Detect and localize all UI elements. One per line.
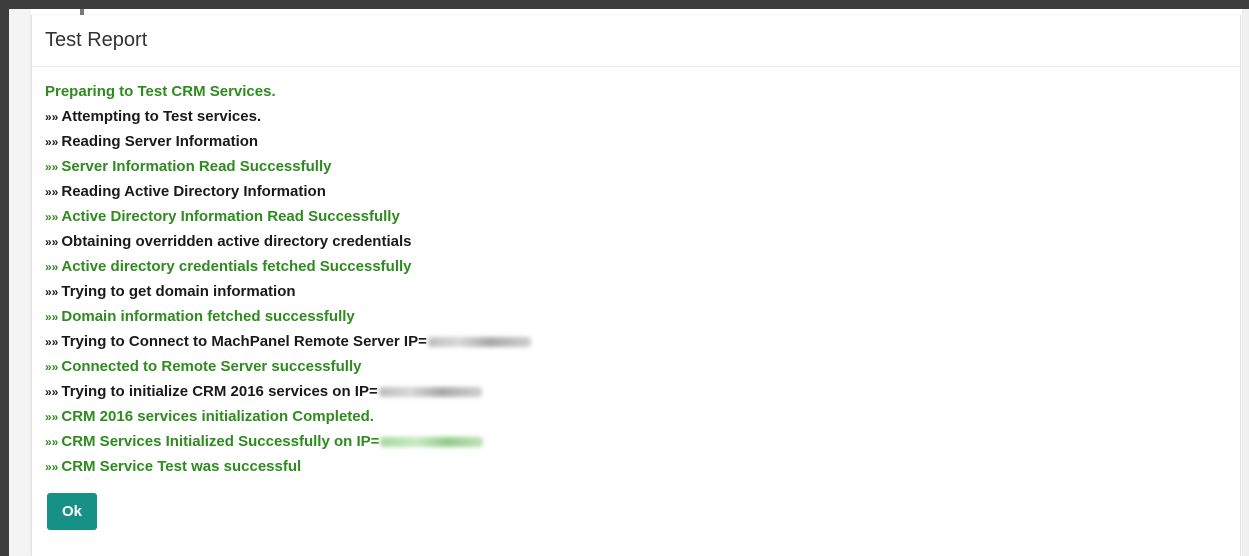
log-line: »» Reading Active Directory Information: [45, 179, 1240, 204]
log-line-text: Preparing to Test CRM Services.: [45, 83, 276, 100]
log-line: »» Trying to get domain information: [45, 279, 1240, 304]
background-panel: [9, 9, 31, 556]
log-arrow-icon: »»: [45, 460, 59, 474]
log-line: »» Trying to Connect to MachPanel Remote …: [45, 329, 1240, 354]
log-arrow-icon: »»: [45, 360, 59, 374]
log-line: »» Active Directory Information Read Succ…: [45, 204, 1240, 229]
ok-button[interactable]: Ok: [47, 493, 97, 530]
test-log: Preparing to Test CRM Services.»» Attempt…: [45, 79, 1240, 479]
log-arrow-icon: »»: [45, 435, 59, 449]
log-line-text: CRM Services Initialized Successfully on…: [61, 433, 380, 450]
log-arrow-icon: »»: [45, 310, 59, 324]
dialog-header: Test Report: [32, 15, 1240, 67]
log-line: »» Obtaining overridden active directory …: [45, 229, 1240, 254]
log-line-text: Active Directory Information Read Succes…: [61, 208, 400, 225]
log-line: »» Server Information Read Successfully: [45, 154, 1240, 179]
log-line-text: CRM Service Test was successful: [61, 458, 302, 475]
window-frame-left: [0, 0, 9, 556]
log-line: »» CRM 2016 services initialization Compl…: [45, 404, 1240, 429]
log-arrow-icon: »»: [45, 110, 59, 124]
log-line-text: Trying to initialize CRM 2016 services o…: [61, 383, 378, 400]
log-arrow-icon: »»: [45, 160, 59, 174]
log-line: Preparing to Test CRM Services.: [45, 79, 1240, 104]
log-line-text: Domain information fetched successfully: [61, 308, 355, 325]
log-line-text: Trying to get domain information: [61, 283, 296, 300]
log-line: »» CRM Services Initialized Successfully …: [45, 429, 1240, 454]
log-arrow-icon: »»: [45, 335, 59, 349]
log-arrow-icon: »»: [45, 385, 59, 399]
redacted-ip-address: [427, 337, 531, 348]
log-arrow-icon: »»: [45, 410, 59, 424]
redacted-ip-address: [380, 437, 484, 448]
log-line: »» Reading Server Information: [45, 129, 1240, 154]
log-line: »» Attempting to Test services.: [45, 104, 1240, 129]
log-line-text: CRM 2016 services initialization Complet…: [61, 408, 374, 425]
log-line-text: Server Information Read Successfully: [61, 158, 332, 175]
window-frame-right: [1242, 9, 1249, 556]
log-line-text: Trying to Connect to MachPanel Remote Se…: [61, 333, 427, 350]
log-line-text: Attempting to Test services.: [61, 108, 262, 125]
log-line: »» Trying to initialize CRM 2016 services…: [45, 379, 1240, 404]
log-arrow-icon: »»: [45, 185, 59, 199]
log-line-text: Obtaining overridden active directory cr…: [61, 233, 412, 250]
window-frame-top: [0, 0, 1249, 9]
log-arrow-icon: »»: [45, 260, 59, 274]
log-line-text: Active directory credentials fetched Suc…: [61, 258, 412, 275]
log-line: »» Domain information fetched successfull…: [45, 304, 1240, 329]
log-arrow-icon: »»: [45, 135, 59, 149]
log-line-text: Connected to Remote Server successfully: [61, 358, 362, 375]
log-arrow-icon: »»: [45, 285, 59, 299]
test-report-dialog: Test Report Preparing to Test CRM Servic…: [31, 15, 1241, 556]
log-line-text: Reading Active Directory Information: [61, 183, 326, 200]
dialog-body: Preparing to Test CRM Services.»» Attempt…: [32, 67, 1240, 530]
log-arrow-icon: »»: [45, 235, 59, 249]
log-line: »» Active directory credentials fetched S…: [45, 254, 1240, 279]
redacted-ip-address: [378, 387, 482, 398]
log-arrow-icon: »»: [45, 210, 59, 224]
log-line: »» Connected to Remote Server successfull…: [45, 354, 1240, 379]
log-line: »» CRM Service Test was successful: [45, 454, 1240, 479]
log-line-text: Reading Server Information: [61, 133, 259, 150]
dialog-title: Test Report: [45, 29, 148, 51]
